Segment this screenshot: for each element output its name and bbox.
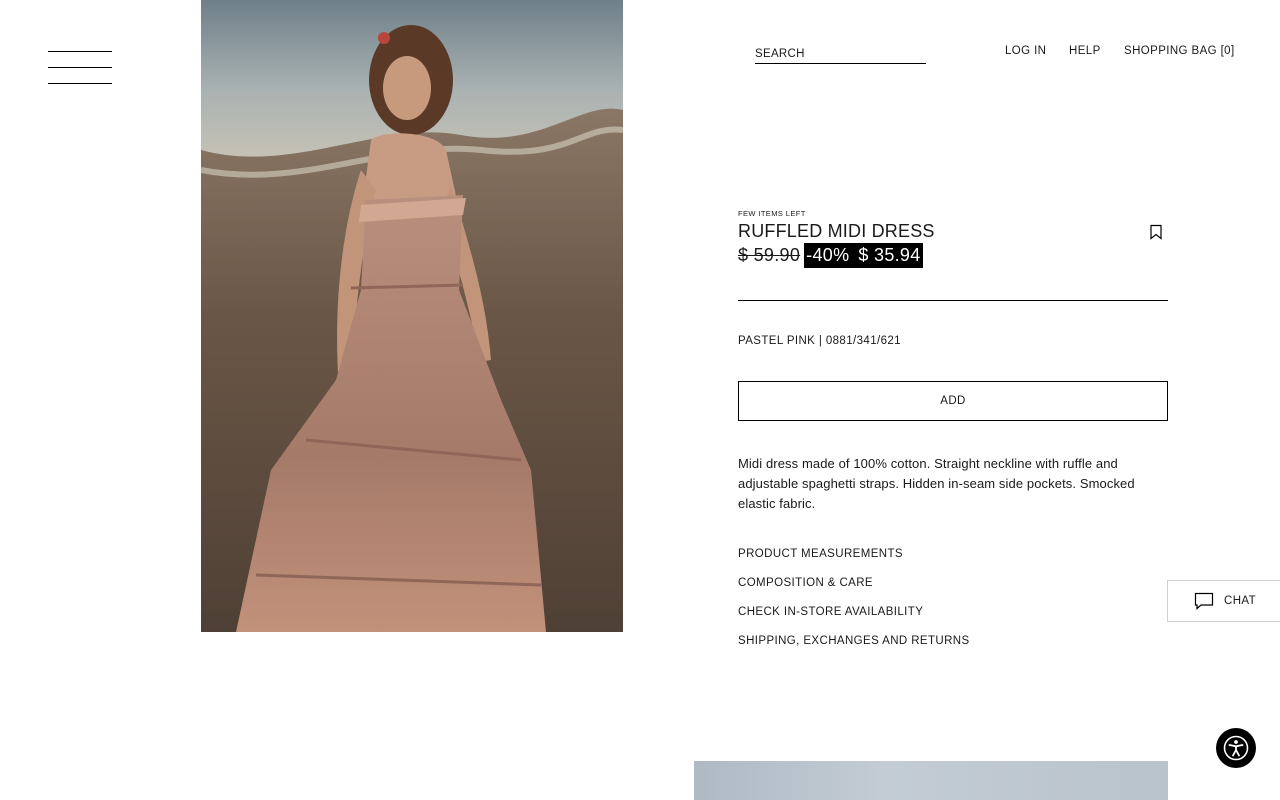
hamburger-menu-icon[interactable] — [48, 51, 112, 85]
store-availability-link[interactable]: CHECK IN-STORE AVAILABILITY — [738, 606, 923, 618]
chat-bubble-icon — [1194, 592, 1214, 610]
sale-price: $ 35.94 — [858, 245, 921, 265]
add-to-bag-button[interactable]: ADD — [738, 381, 1168, 421]
stock-status: FEW ITEMS LEFT — [738, 209, 806, 218]
product-description: Midi dress made of 100% cotton. Straight… — [738, 456, 1135, 511]
composition-care-link[interactable]: COMPOSITION & CARE — [738, 577, 873, 589]
divider — [738, 300, 1168, 301]
shipping-returns-link[interactable]: SHIPPING, EXCHANGES AND RETURNS — [738, 635, 970, 647]
search-input[interactable] — [755, 45, 926, 63]
chat-button[interactable]: CHAT — [1167, 580, 1280, 622]
bookmark-icon[interactable] — [1149, 224, 1163, 240]
help-link[interactable]: HELP — [1069, 45, 1101, 57]
menu-line — [48, 67, 112, 68]
search-field[interactable] — [755, 44, 926, 64]
chat-label: CHAT — [1224, 595, 1257, 607]
price-row: $ 59.90 -40% $ 35.94 — [738, 243, 923, 268]
product-title: RUFFLED MIDI DRESS — [738, 221, 935, 241]
bookmark-icon-graphic — [1150, 224, 1162, 240]
product-image[interactable] — [201, 0, 623, 632]
sale-price-badge: -40% $ 35.94 — [804, 243, 923, 268]
accessibility-icon[interactable] — [1216, 728, 1256, 768]
menu-line — [48, 83, 112, 84]
product-measurements-link[interactable]: PRODUCT MEASUREMENTS — [738, 548, 903, 560]
login-link[interactable]: LOG IN — [1005, 45, 1046, 57]
product-photo-illustration — [201, 0, 623, 632]
shopping-bag-link[interactable]: SHOPPING BAG [0] — [1124, 45, 1235, 57]
secondary-product-image[interactable] — [694, 761, 1168, 800]
accessibility-figure-icon — [1223, 735, 1249, 761]
menu-line — [48, 51, 112, 52]
color-reference: PASTEL PINK | 0881/341/621 — [738, 335, 901, 347]
discount-percent: -40% — [806, 245, 850, 265]
original-price: $ 59.90 — [738, 245, 801, 265]
